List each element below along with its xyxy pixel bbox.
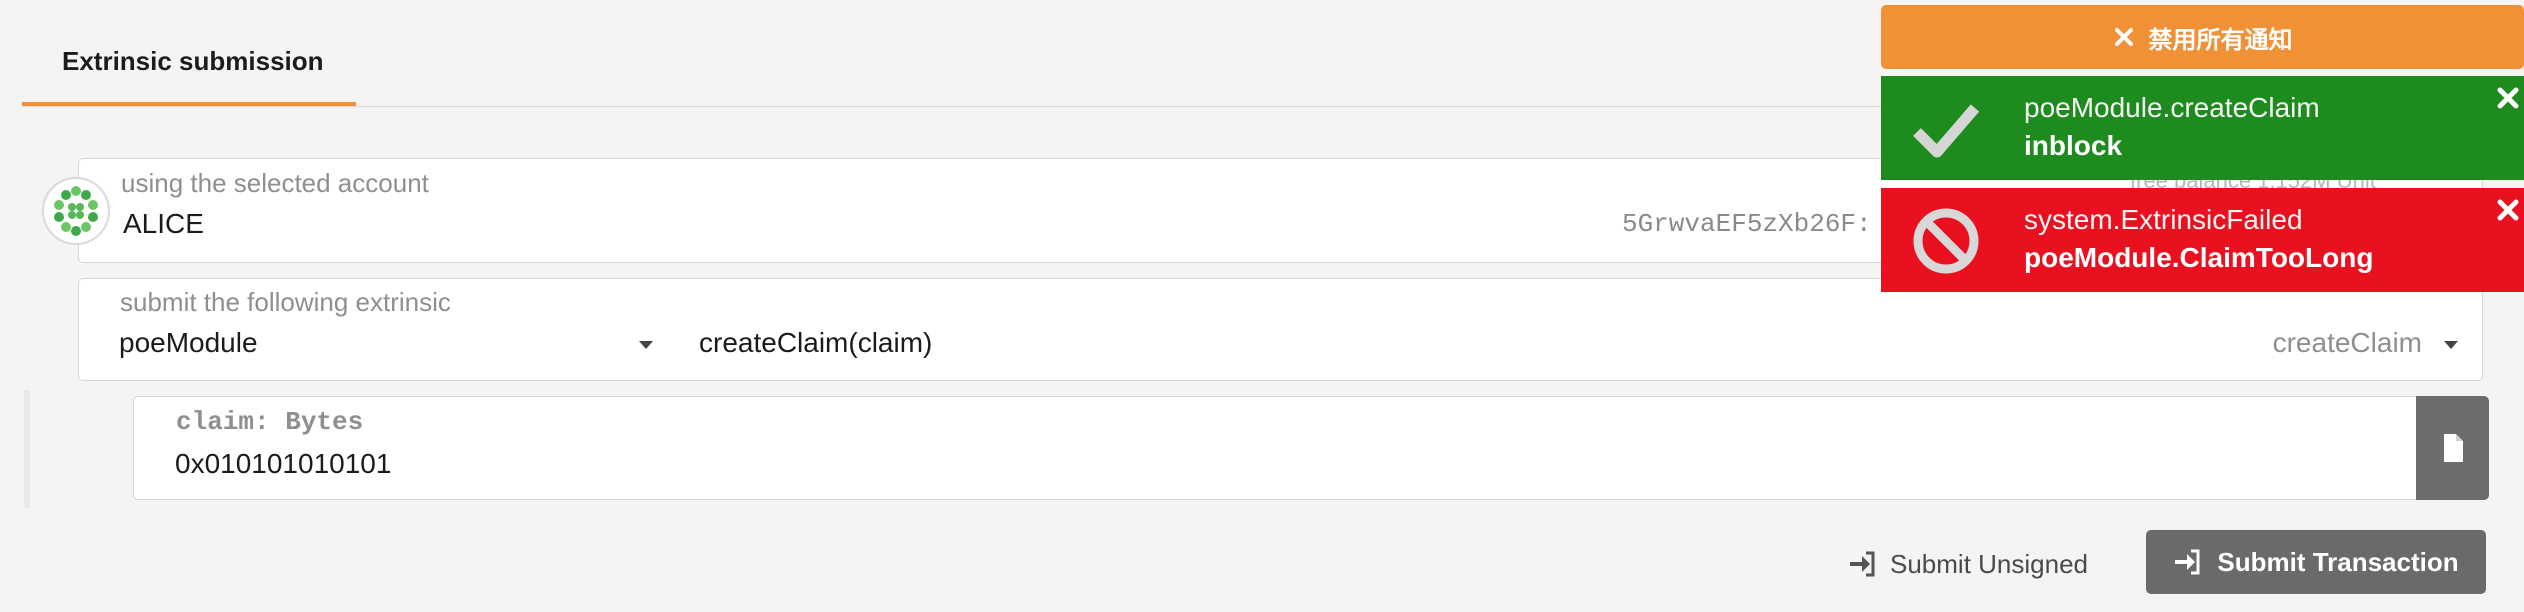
tab-extrinsic-submission[interactable]: Extrinsic submission bbox=[22, 28, 356, 106]
module-dropdown[interactable]: poeModule bbox=[79, 279, 679, 380]
notification-success: poeModule.createClaim inblock bbox=[1881, 76, 2524, 180]
notification-title: system.ExtrinsicFailed bbox=[2024, 204, 2303, 235]
chevron-down-icon bbox=[2444, 341, 2458, 349]
extrinsic-selector: submit the following extrinsic poeModule… bbox=[78, 278, 2483, 381]
submit-unsigned-label: Submit Unsigned bbox=[1890, 548, 2088, 579]
claim-input[interactable]: claim: Bytes 0x010101010101 bbox=[133, 396, 2418, 500]
account-label: using the selected account bbox=[121, 168, 429, 198]
submit-transaction-label: Submit Transaction bbox=[2217, 546, 2459, 577]
claim-label: claim: Bytes bbox=[176, 407, 364, 437]
method-dropdown[interactable]: createClaim(claim) createClaim bbox=[689, 279, 2482, 380]
account-name: ALICE bbox=[123, 208, 204, 239]
notification-title: poeModule.createClaim bbox=[2024, 92, 2320, 123]
notification-status: inblock bbox=[2024, 130, 2123, 161]
notification-status: poeModule.ClaimTooLong bbox=[2024, 242, 2374, 273]
claim-value: 0x010101010101 bbox=[175, 448, 392, 479]
call-signature: createClaim(claim) bbox=[699, 327, 933, 358]
disable-notifications-label: 禁用所有通知 bbox=[2148, 26, 2293, 54]
disable-notifications-button[interactable]: 禁用所有通知 bbox=[1881, 5, 2524, 69]
submit-unsigned-button[interactable]: Submit Unsigned bbox=[1848, 542, 2088, 586]
close-icon bbox=[2114, 28, 2133, 46]
file-icon bbox=[2444, 434, 2463, 462]
sign-in-icon bbox=[2175, 549, 2200, 575]
identicon-icon bbox=[48, 183, 104, 239]
module-value: poeModule bbox=[119, 327, 258, 358]
checkmark-icon bbox=[1913, 104, 1980, 158]
close-icon[interactable] bbox=[2496, 86, 2520, 110]
tab-label: Extrinsic submission bbox=[62, 46, 324, 76]
chevron-down-icon bbox=[639, 341, 653, 349]
close-icon[interactable] bbox=[2496, 198, 2520, 222]
param-indent-bar bbox=[24, 390, 30, 508]
sign-in-icon bbox=[1850, 551, 1875, 577]
submit-transaction-button[interactable]: Submit Transaction bbox=[2146, 530, 2486, 594]
account-address: 5GrwvaEF5zXb26F: bbox=[1622, 209, 1872, 239]
method-value: createClaim bbox=[2272, 327, 2422, 358]
file-upload-button[interactable] bbox=[2416, 396, 2489, 500]
notification-error: system.ExtrinsicFailed poeModule.ClaimTo… bbox=[1881, 188, 2524, 292]
ban-icon bbox=[1913, 208, 1979, 274]
account-avatar bbox=[42, 177, 110, 245]
